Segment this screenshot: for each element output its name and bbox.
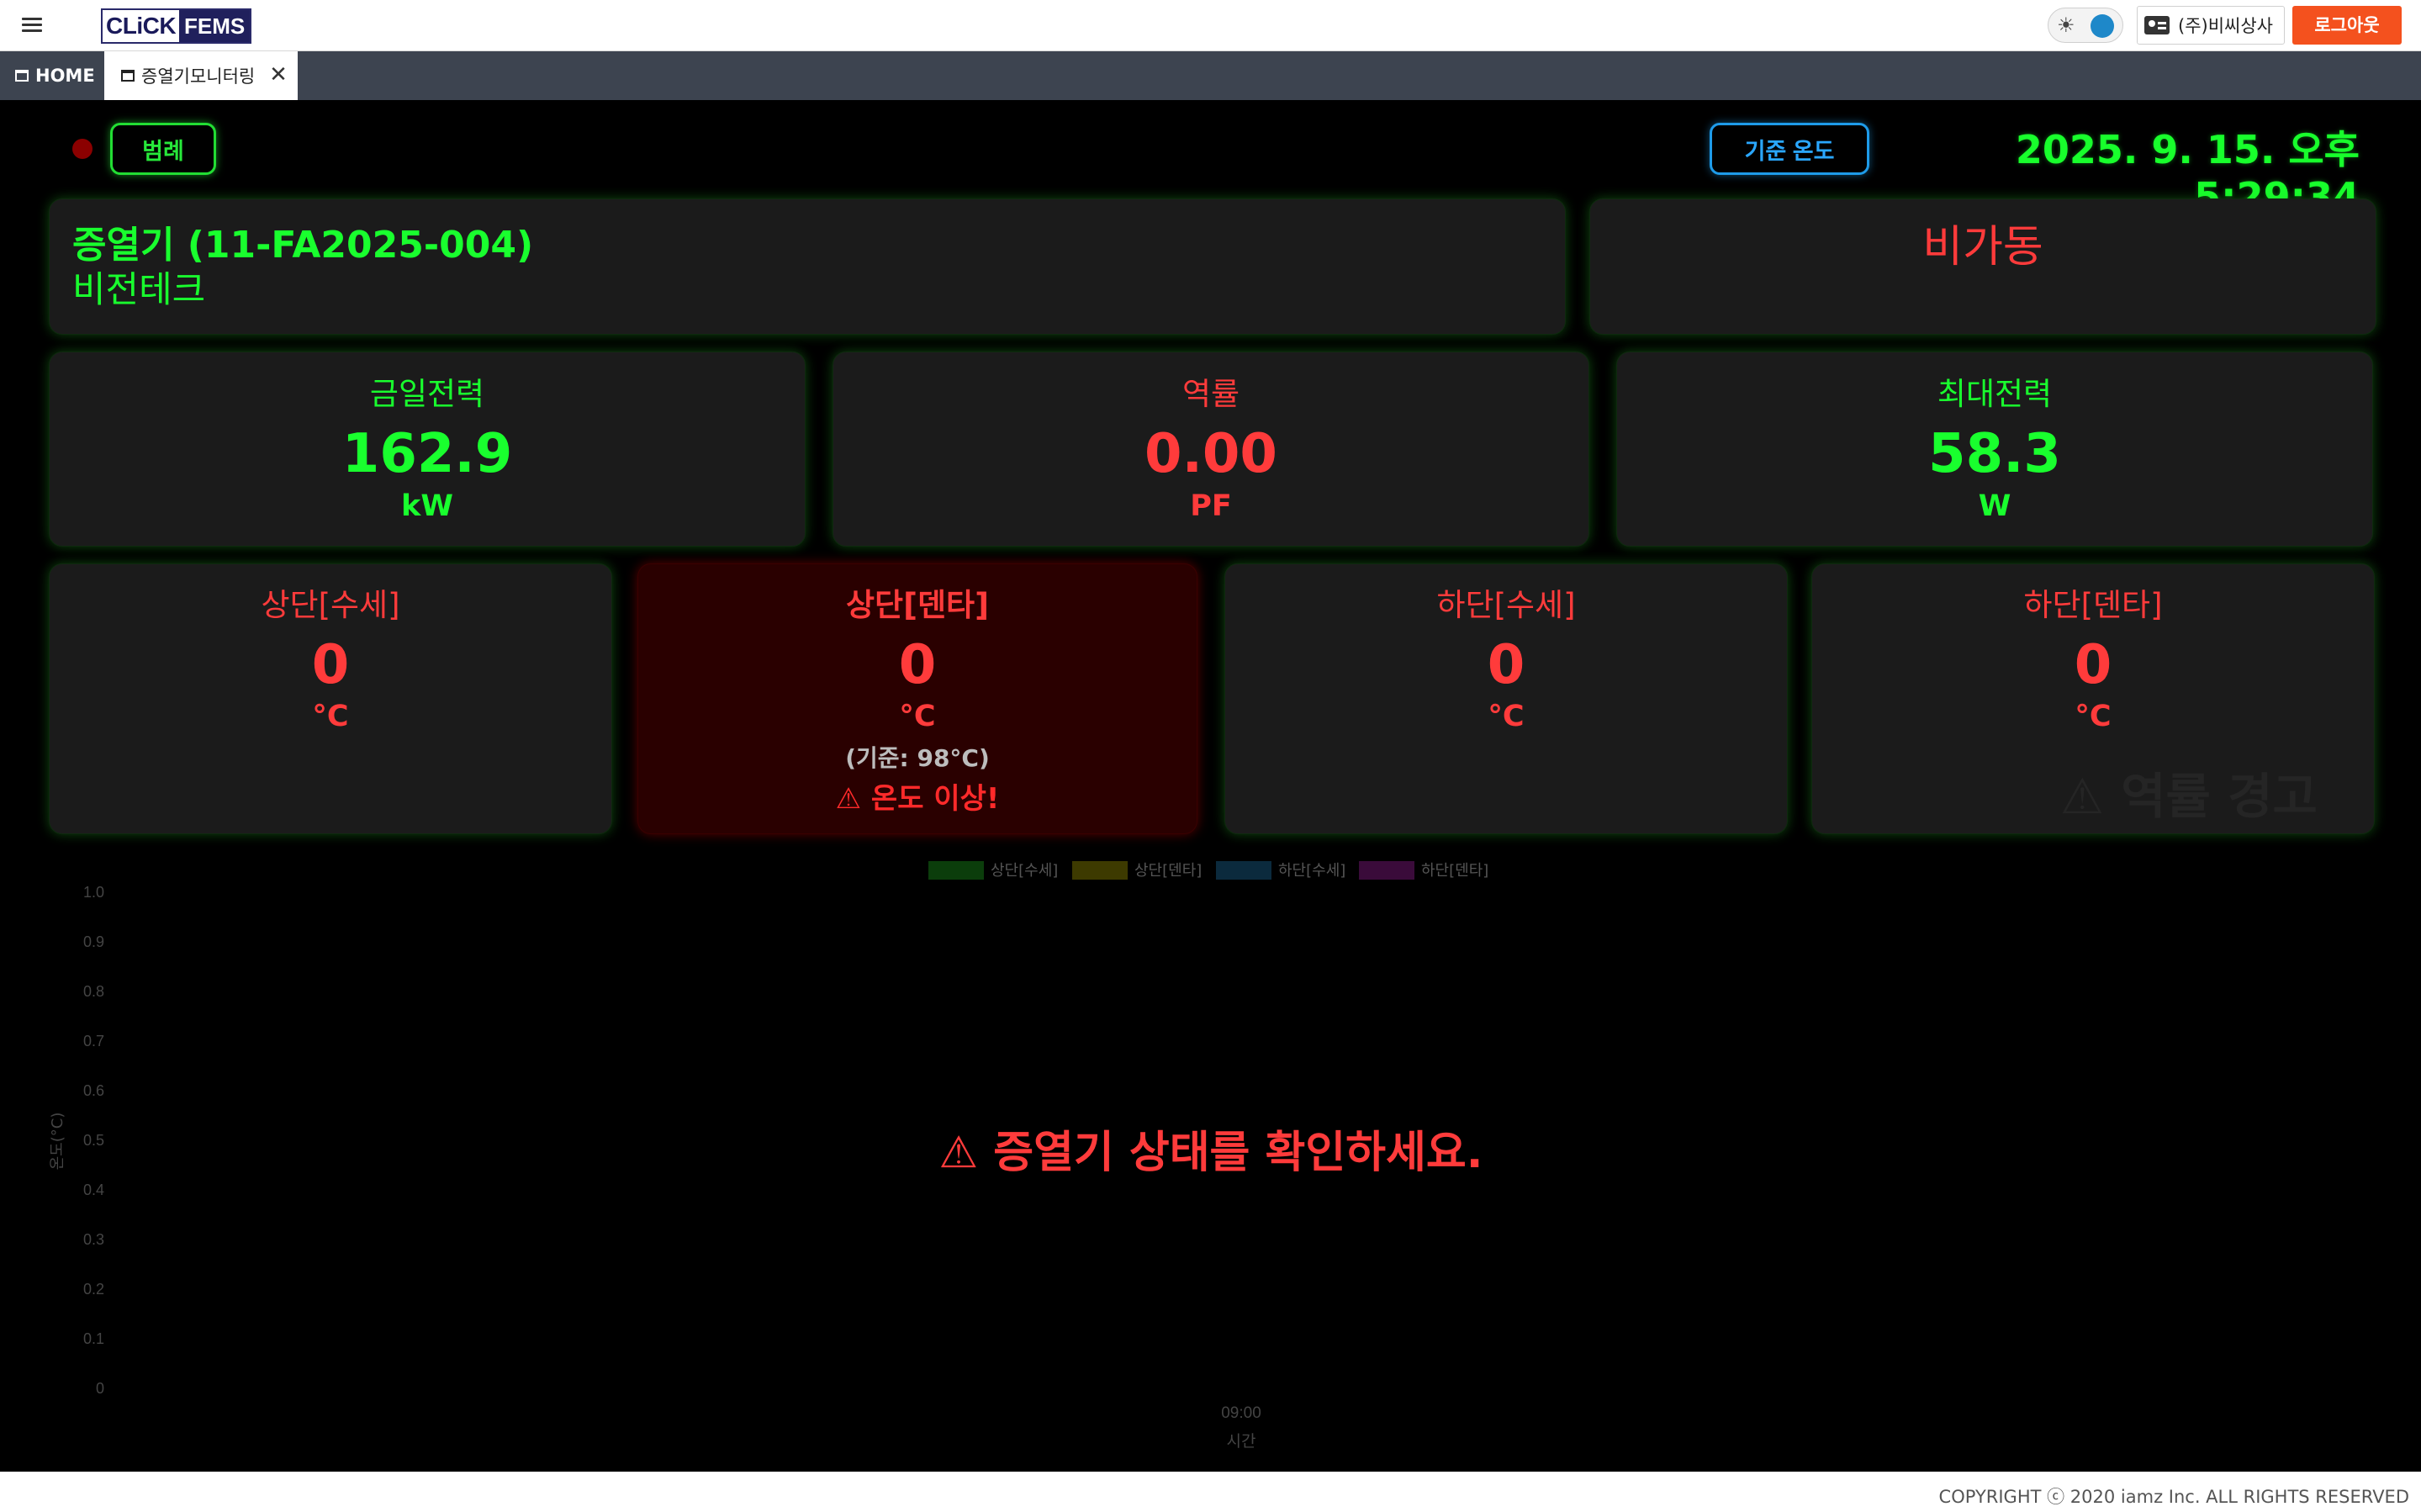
temperature-value: 0 (2074, 634, 2112, 696)
temperature-label: 하단[수세] (1436, 587, 1576, 623)
top-bar: CLiCK FEMS ☀ (주)비씨상사 로그아웃 (0, 0, 2421, 51)
legend-swatch (1216, 861, 1271, 880)
legend-label: 상단[덴타] (1134, 862, 1202, 880)
temperature-unit: °C (312, 700, 349, 733)
legend-swatch (928, 861, 984, 880)
metric-unit: PF (1190, 489, 1232, 523)
metric-label: 금일전력 (369, 376, 485, 412)
sun-icon: ☀ (2057, 13, 2075, 37)
toggle-knob (2091, 14, 2114, 38)
logout-button[interactable]: 로그아웃 (2292, 6, 2402, 45)
legend-label: 하단[수세] (1278, 862, 1345, 880)
status-indicator (72, 139, 93, 159)
tab-home-label: HOME (35, 66, 95, 86)
legend-swatch (1359, 861, 1414, 880)
device-title: 증열기 (11-FA2025-004) (72, 224, 534, 267)
temperature-unit: °C (1488, 700, 1525, 733)
metric-value: 58.3 (1928, 423, 2061, 485)
tab-active-label: 증열기모니터링 (141, 66, 256, 87)
hamburger-menu-icon[interactable] (22, 15, 42, 35)
y-tick-label: 0.8 (83, 983, 104, 1000)
power-factor-ghost-warning: ⚠ 역률 경고 (2060, 768, 2318, 825)
x-axis-label: 시간 (1227, 1432, 1256, 1451)
id-card-icon (2144, 16, 2170, 34)
tab-bar: HOME 증열기모니터링 ✕ (0, 51, 2421, 100)
y-tick-label: 0.3 (83, 1231, 104, 1248)
theme-toggle[interactable]: ☀ (2048, 8, 2123, 43)
legend-label: 상단[수세] (991, 862, 1058, 880)
user-name: (주)비씨상사 (2178, 16, 2273, 36)
y-tick-label: 0 (96, 1380, 104, 1397)
check-status-warning: ⚠ 증열기 상태를 확인하세요. (938, 1128, 1483, 1178)
temperature-value: 0 (898, 634, 937, 696)
metric-label: 역률 (1181, 376, 1240, 412)
temperature-value: 0 (311, 634, 350, 696)
y-tick-label: 0.9 (83, 933, 104, 950)
y-tick-label: 0.5 (83, 1132, 104, 1149)
logo[interactable]: CLiCK FEMS (101, 8, 252, 44)
window-icon (15, 70, 29, 82)
device-company: 비전테크 (72, 269, 206, 311)
metric-label: 최대전력 (1937, 376, 2053, 412)
user-profile-button[interactable]: (주)비씨상사 (2137, 6, 2285, 45)
metric-value: 162.9 (341, 423, 513, 485)
logo-text-fems: FEMS (179, 10, 251, 42)
copyright-text: COPYRIGHT ⓒ 2020 iamz Inc. ALL RIGHTS RE… (1938, 1487, 2409, 1507)
temperature-reference: (기준: 98°C) (845, 744, 990, 772)
y-tick-label: 0.6 (83, 1082, 104, 1099)
legend-swatch (1072, 861, 1128, 880)
temperature-warning: ⚠ 온도 이상! (835, 782, 1000, 816)
y-tick-label: 0.1 (83, 1330, 104, 1347)
window-icon (121, 70, 135, 82)
logo-text-click: CLiCK (103, 10, 180, 42)
tab-home[interactable]: HOME (0, 51, 103, 100)
operation-status: 비가동 (1922, 222, 2043, 272)
metric-unit: W (1978, 489, 2011, 523)
current-datetime: 2025. 9. 15. 오후 5:29:34 (2015, 127, 2360, 219)
y-tick-label: 0.2 (83, 1281, 104, 1298)
x-tick-label: 09:00 (1221, 1404, 1261, 1422)
metric-value: 0.00 (1144, 423, 1277, 485)
temperature-label: 상단[수세] (261, 587, 400, 623)
y-tick-label: 1.0 (83, 884, 104, 901)
y-axis-label: 온도(°C) (49, 1113, 66, 1171)
y-tick-label: 0.7 (83, 1033, 104, 1049)
y-tick-label: 0.4 (83, 1182, 104, 1198)
footer: COPYRIGHT ⓒ 2020 iamz Inc. ALL RIGHTS RE… (0, 1472, 2421, 1512)
temperature-unit: °C (899, 700, 936, 733)
temperature-label: 상단[덴타] (846, 587, 989, 623)
legend-label: 하단[덴타] (1421, 862, 1488, 880)
legend-button[interactable]: 범례 (110, 123, 216, 175)
metric-unit: kW (401, 489, 453, 523)
reference-temperature-button[interactable]: 기준 온도 (1710, 123, 1869, 175)
temperature-value: 0 (1487, 634, 1525, 696)
tab-steamer-monitoring[interactable]: 증열기모니터링 ✕ (104, 51, 298, 100)
temperature-unit: °C (2075, 700, 2112, 733)
close-icon[interactable]: ✕ (269, 64, 288, 86)
temperature-label: 하단[덴타] (2023, 587, 2163, 623)
